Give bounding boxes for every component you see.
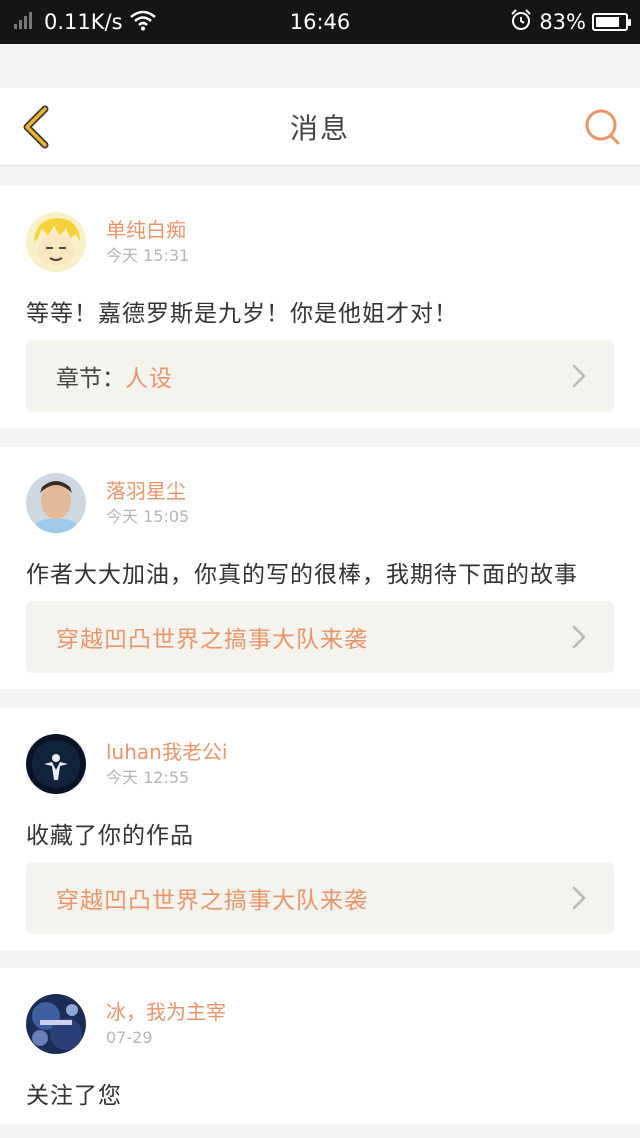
work-link[interactable]: 穿越凹凸世界之搞事大队来袭: [26, 601, 614, 673]
user-meta: 单纯白痴 今天 15:31: [106, 217, 189, 267]
username[interactable]: 单纯白痴: [106, 217, 189, 243]
message-header: 冰，我为主宰 07-29: [26, 994, 226, 1054]
signal-icon: [12, 10, 38, 35]
avatar[interactable]: [26, 473, 86, 533]
search-icon: [585, 109, 620, 145]
battery-icon: [592, 13, 631, 31]
message-content: 作者大大加油，你真的写的很棒，我期待下面的故事: [26, 562, 578, 588]
link-prefix: 章节：: [56, 366, 125, 392]
search-button[interactable]: [580, 104, 626, 150]
message-header: 落羽星尘 今天 15:05: [26, 473, 189, 533]
top-nav-bar: 消息: [0, 88, 640, 166]
message-content: 关注了您: [26, 1083, 122, 1109]
status-left: 0.11K/s: [12, 9, 157, 36]
username[interactable]: luhan我老公i: [106, 739, 227, 765]
chevron-left-icon: [23, 105, 49, 149]
user-meta: luhan我老公i 今天 12:55: [106, 739, 227, 789]
timestamp: 今天 15:31: [106, 246, 190, 265]
link-text: 穿越凹凸世界之搞事大队来袭: [56, 888, 368, 914]
username[interactable]: 落羽星尘: [106, 478, 189, 504]
message-content: 等等！嘉德罗斯是九岁！你是他姐才对！: [26, 301, 458, 327]
chapter-link[interactable]: 章节： 人设: [26, 340, 614, 412]
avatar[interactable]: [26, 212, 86, 272]
status-right: 83%: [509, 8, 631, 37]
user-meta: 冰，我为主宰 07-29: [106, 999, 226, 1049]
link-text: 穿越凹凸世界之搞事大队来袭: [56, 627, 368, 653]
message-card[interactable]: 冰，我为主宰 07-29 关注了您: [0, 968, 640, 1124]
message-card[interactable]: luhan我老公i 今天 12:55 收藏了你的作品 穿越凹凸世界之搞事大队来袭: [0, 708, 640, 950]
avatar[interactable]: [26, 994, 86, 1054]
battery-percent: 83%: [539, 10, 586, 34]
message-card[interactable]: 落羽星尘 今天 15:05 作者大大加油，你真的写的很棒，我期待下面的故事 穿越…: [0, 447, 640, 689]
chevron-right-icon: [572, 364, 586, 388]
timestamp: 今天 12:55: [106, 768, 190, 787]
alarm-icon: [509, 8, 533, 37]
user-meta: 落羽星尘 今天 15:05: [106, 478, 189, 528]
status-bar: 0.11K/s 16:46 83%: [0, 0, 640, 44]
message-content: 收藏了你的作品: [26, 823, 194, 849]
back-button[interactable]: [14, 104, 60, 150]
battery-level: [596, 17, 620, 27]
chevron-right-icon: [572, 886, 586, 910]
avatar[interactable]: [26, 734, 86, 794]
message-header: luhan我老公i 今天 12:55: [26, 734, 227, 794]
wifi-icon: [129, 9, 157, 36]
username[interactable]: 冰，我为主宰: [106, 999, 226, 1025]
chevron-right-icon: [572, 625, 586, 649]
timestamp: 今天 15:05: [106, 507, 190, 526]
message-header: 单纯白痴 今天 15:31: [26, 212, 189, 272]
network-speed: 0.11K/s: [44, 10, 123, 34]
message-card[interactable]: 单纯白痴 今天 15:31 等等！嘉德罗斯是九岁！你是他姐才对！ 章节： 人设: [0, 186, 640, 428]
link-text: 人设: [125, 366, 173, 392]
work-link[interactable]: 穿越凹凸世界之搞事大队来袭: [26, 862, 614, 934]
timestamp: 07-29: [106, 1028, 153, 1047]
page-title: 消息: [289, 111, 350, 145]
